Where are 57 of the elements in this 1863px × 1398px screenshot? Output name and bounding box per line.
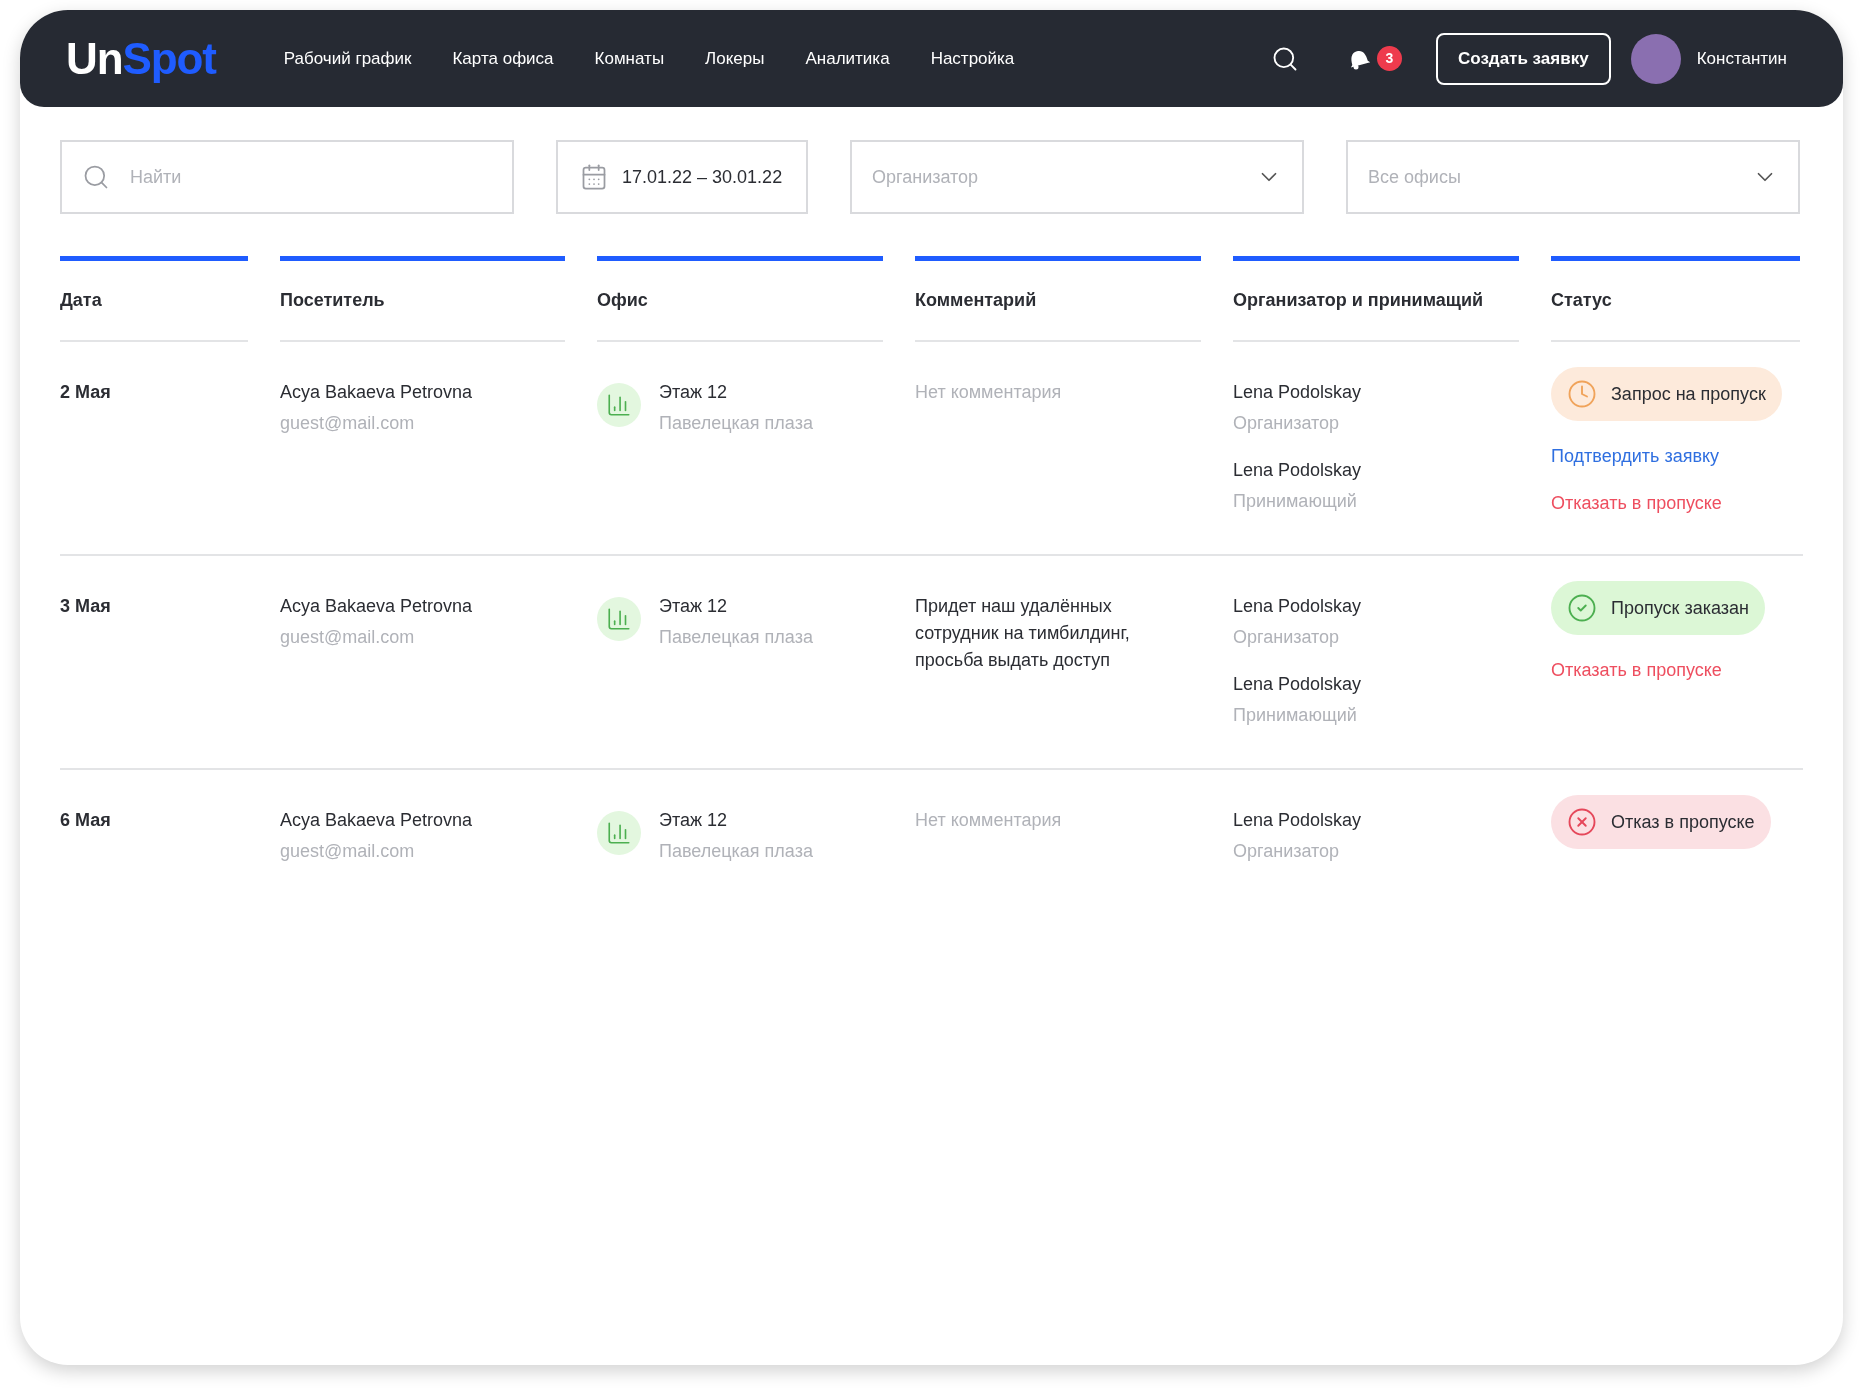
date-range-field[interactable]: 17.01.22 – 30.01.22	[556, 140, 808, 214]
user-name[interactable]: Константин	[1696, 45, 1787, 72]
visitor-email: guest@mail.com	[280, 626, 416, 649]
person-name: Lena Podolskay	[1233, 673, 1363, 696]
nav-link[interactable]: Комнаты	[594, 45, 665, 72]
person-name: Lena Podolskay	[1233, 381, 1363, 404]
person-role: Организатор	[1233, 412, 1341, 435]
visitor-email: guest@mail.com	[280, 412, 416, 435]
date-cell: 3 Мая	[60, 596, 111, 616]
comment-text: Нет комментария	[915, 381, 1063, 404]
check-circle-icon	[1567, 593, 1597, 623]
calendar-icon	[580, 163, 608, 191]
create-request-button[interactable]: Создать заявку	[1436, 32, 1611, 85]
person-role: Организатор	[1233, 626, 1341, 649]
column-header: Статус	[1551, 289, 1612, 312]
office-name: Павелецкая плаза	[659, 626, 813, 649]
status-badge: Пропуск заказан	[1551, 581, 1765, 635]
person-name: Lena Podolskay	[1233, 809, 1363, 832]
nav-link[interactable]: Аналитика	[805, 45, 890, 72]
column-header: Организатор и принимащий	[1233, 289, 1484, 312]
floor-label: Этаж 12	[659, 595, 729, 618]
column-header: Посетитель	[280, 289, 385, 312]
action-link[interactable]: Подтвердить заявку	[1551, 443, 1720, 470]
office-name: Павелецкая плаза	[659, 412, 813, 435]
visitor-email: guest@mail.com	[280, 840, 416, 863]
nav-link[interactable]: Карта офиса	[452, 45, 554, 72]
nav-link[interactable]: Настройка	[930, 45, 1015, 72]
column-header: Комментарий	[915, 289, 1037, 312]
nav-link[interactable]: Рабочий график	[283, 45, 412, 72]
action-link[interactable]: Отказать в пропуске	[1551, 490, 1722, 517]
visitor-name: Acya Bakaeva Petrovna	[280, 809, 474, 832]
visitor-name: Acya Bakaeva Petrovna	[280, 595, 474, 618]
floor-label: Этаж 12	[659, 809, 729, 832]
date-cell: 6 Мая	[60, 810, 111, 830]
person-role: Принимающий	[1233, 704, 1358, 727]
date-cell: 2 Мая	[60, 382, 111, 402]
status-badge: Отказ в пропуске	[1551, 795, 1771, 849]
comment-text: Нет комментария	[915, 809, 1063, 832]
person-name: Lena Podolskay	[1233, 459, 1363, 482]
search-icon	[82, 163, 110, 191]
search-field[interactable]: Найти	[60, 140, 514, 214]
clock-icon	[1567, 379, 1597, 409]
person-name: Lena Podolskay	[1233, 595, 1363, 618]
visitor-name: Acya Bakaeva Petrovna	[280, 381, 474, 404]
floor-label: Этаж 12	[659, 381, 729, 404]
logo[interactable]: UnSpot	[66, 25, 216, 92]
office-name: Павелецкая плаза	[659, 840, 813, 863]
comment-text: Придет наш удалённых сотрудник на тимбилдинг, просьба выдать доступ	[915, 595, 1131, 672]
x-circle-icon	[1567, 807, 1597, 837]
person-role: Организатор	[1233, 840, 1341, 863]
column-header: Дата	[60, 289, 102, 312]
nav-link[interactable]: Локеры	[705, 45, 765, 72]
action-link[interactable]: Отказать в пропуске	[1551, 657, 1722, 684]
column-header: Офис	[597, 289, 648, 312]
notification-badge: 3	[1377, 46, 1402, 71]
person-role: Принимающий	[1233, 490, 1358, 513]
status-badge: Запрос на пропуск	[1551, 367, 1782, 421]
